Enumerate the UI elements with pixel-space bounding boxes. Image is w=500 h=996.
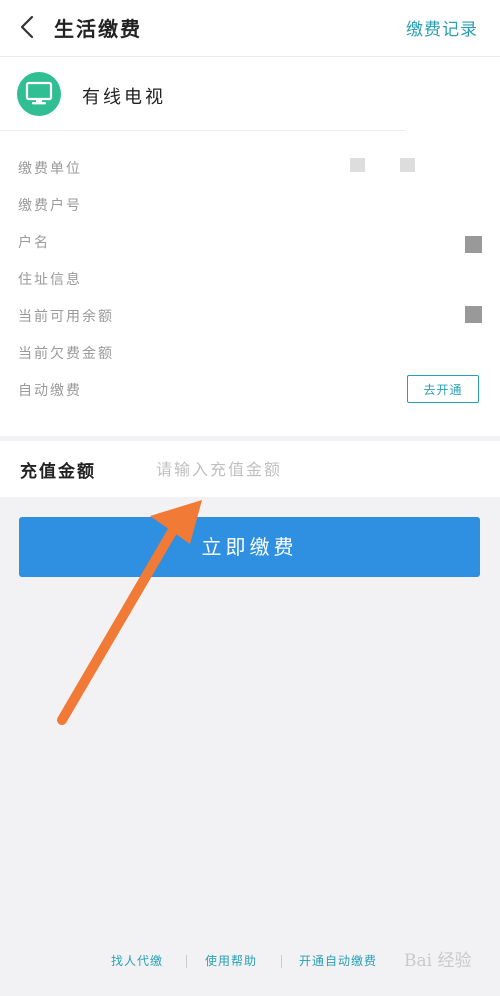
chevron-left-icon	[20, 15, 34, 39]
payment-records-link[interactable]: 缴费记录	[406, 15, 478, 40]
info-label: 户名	[18, 235, 50, 251]
info-label: 住址信息	[18, 272, 82, 288]
footer-link-help[interactable]: 使用帮助	[205, 952, 257, 969]
watermark: Bai 经验	[404, 951, 472, 971]
info-row-balance: 当前可用余额	[0, 298, 500, 334]
info-label: 当前可用余额	[18, 309, 114, 325]
info-row-payee: 缴费单位	[0, 150, 500, 186]
page-title: 生活缴费	[54, 17, 142, 41]
back-button[interactable]	[12, 10, 46, 44]
info-row-account-name: 户名	[0, 224, 500, 260]
recharge-amount-row: 充值金额	[0, 441, 500, 497]
divider	[281, 955, 282, 968]
redacted-value	[465, 306, 482, 323]
redacted-value	[465, 236, 482, 253]
info-row-arrears: 当前欠费金额	[0, 335, 500, 371]
service-card: 有线电视	[0, 57, 500, 130]
info-label: 当前欠费金额	[18, 346, 114, 362]
top-bar: 生活缴费 缴费记录	[0, 0, 500, 57]
info-row-account-number: 缴费户号	[0, 187, 500, 223]
amount-label: 充值金额	[20, 462, 96, 482]
redacted-value	[400, 158, 415, 172]
pay-now-button[interactable]: 立即缴费	[19, 517, 480, 577]
tv-icon	[17, 72, 61, 116]
amount-input[interactable]	[150, 453, 482, 485]
info-label: 缴费户号	[18, 198, 82, 214]
redacted-value	[350, 158, 365, 172]
info-label: 自动缴费	[18, 383, 82, 399]
footer-link-auto-pay[interactable]: 开通自动缴费	[299, 952, 377, 969]
info-label: 缴费单位	[18, 161, 82, 177]
page: 生活缴费 缴费记录 有线电视 缴费单位 缴费户号 户名 住址信息 当前可用余额 …	[0, 0, 500, 996]
service-name: 有线电视	[82, 87, 166, 108]
divider	[0, 130, 405, 131]
divider	[186, 955, 187, 968]
enable-auto-pay-button[interactable]: 去开通	[407, 375, 479, 403]
account-info: 缴费单位 缴费户号 户名 住址信息 当前可用余额 当前欠费金额 自动缴费 去开通	[0, 130, 500, 436]
info-row-address: 住址信息	[0, 261, 500, 297]
footer-link-pay-for-others[interactable]: 找人代缴	[111, 952, 163, 969]
